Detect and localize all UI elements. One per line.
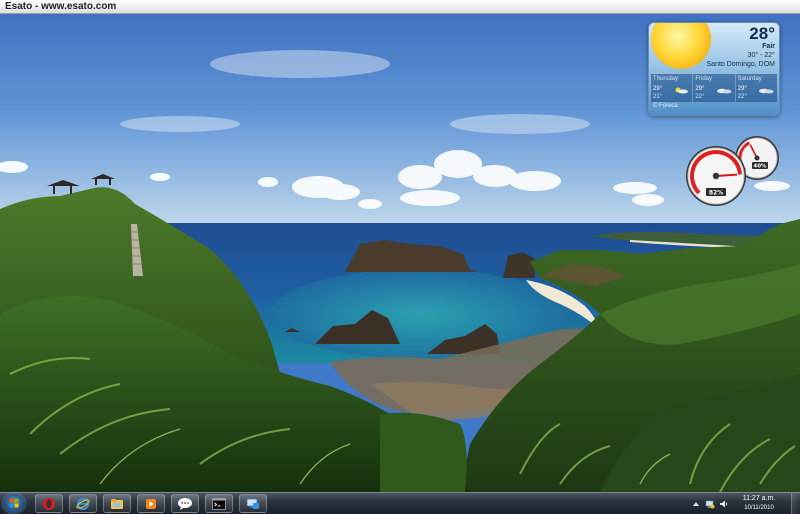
taskbar-app-opera[interactable]: [35, 494, 63, 513]
clock-time: 11:27 a.m.: [742, 495, 776, 502]
forecast-day: Thursday 29° 21°: [651, 74, 694, 102]
forecast-day-name: Thursday: [653, 76, 679, 82]
taskbar-app-media-player[interactable]: [137, 494, 165, 513]
desktop-screen: Esato - www.esato.com 28° Fair 30° - 22°…: [0, 0, 800, 514]
taskbar: 11:27 a.m. 10/11/2010: [0, 492, 800, 514]
taskbar-app-file-explorer[interactable]: [103, 494, 131, 513]
remote-desktop-icon: [246, 498, 259, 509]
start-button[interactable]: [3, 494, 25, 513]
forecast-high: 29°: [737, 86, 747, 92]
current-condition: Fair: [762, 43, 775, 50]
show-desktop-button[interactable]: [791, 493, 800, 514]
google-talk-icon: [178, 497, 192, 510]
forecast-low: 22°: [737, 94, 747, 100]
taskbar-app-remote-desktop[interactable]: [239, 494, 267, 513]
window-caption-bar[interactable]: Esato - www.esato.com: [0, 0, 800, 14]
network-icon: [705, 500, 715, 508]
forecast-high: 29°: [695, 86, 705, 92]
cpu-gauge: 82%: [686, 146, 746, 206]
forecast-day-name: Friday: [695, 76, 712, 82]
cpu-percent-readout: 82%: [709, 189, 723, 196]
opera-icon: [43, 497, 55, 510]
forecast-day: Friday 29° 22°: [693, 74, 736, 102]
high-low-temperature: 30° - 22°: [747, 52, 775, 59]
command-prompt-icon: [212, 497, 226, 510]
window-caption-title: Esato - www.esato.com: [5, 0, 117, 12]
weather-gadget[interactable]: 28° Fair 30° - 22° Santo Domingo, DOM Th…: [648, 22, 780, 116]
cloudy-icon: [758, 88, 774, 94]
taskbar-app-internet-explorer[interactable]: [69, 494, 97, 513]
volume-button[interactable]: [719, 499, 729, 509]
cloudy-icon: [716, 88, 732, 94]
taskbar-app-command-prompt[interactable]: [205, 494, 233, 513]
file-explorer-icon: [111, 498, 123, 509]
show-hidden-icons-button[interactable]: [691, 499, 701, 509]
taskbar-app-google-talk[interactable]: [171, 494, 199, 513]
forecast-day-name: Saturday: [737, 76, 762, 82]
media-player-icon: [146, 498, 156, 509]
taskbar-clock[interactable]: 11:27 a.m. 10/11/2010: [733, 495, 785, 512]
weather-location: Santo Domingo, DOM: [706, 61, 775, 68]
forecast-low: 22°: [695, 94, 705, 100]
cpu-meter-gadget[interactable]: 40% 82%: [683, 134, 783, 206]
partly-cloudy-icon: [675, 87, 689, 94]
cpu-meter-graphic: 40% 82%: [686, 136, 779, 206]
current-temperature: 28°: [749, 24, 775, 43]
forecast-day: Saturday 29° 22°: [736, 74, 777, 102]
volume-icon: [720, 500, 728, 507]
forecast-strip: Thursday 29° 21° Friday 29° 22° Saturday: [651, 73, 777, 102]
sunny-icon: [651, 23, 711, 69]
weather-credit-link[interactable]: © Foreca: [653, 103, 678, 109]
clock-date: 10/11/2010: [744, 505, 774, 511]
memory-percent-readout: 40%: [753, 164, 767, 170]
internet-explorer-icon: [76, 497, 90, 510]
network-status-button[interactable]: [705, 499, 715, 509]
show-hidden-icons-icon: [693, 501, 699, 506]
system-tray: 11:27 a.m. 10/11/2010: [691, 493, 800, 514]
forecast-low: 21°: [653, 94, 663, 100]
windows-logo-icon: [9, 498, 19, 508]
forecast-high: 29°: [653, 86, 663, 92]
